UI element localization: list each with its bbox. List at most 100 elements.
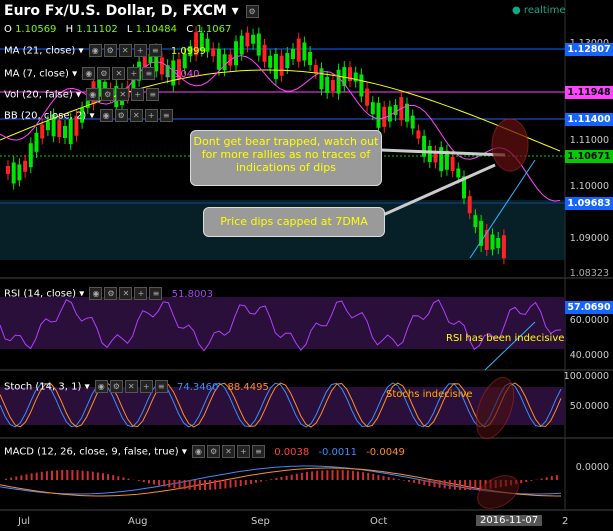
- macd-histogram-bar: [311, 471, 314, 480]
- eye-icon: ◉: [89, 287, 103, 300]
- macd-histogram-bar: [285, 475, 288, 480]
- macd-histogram-bar: [76, 470, 79, 480]
- macd-histogram-bar: [367, 472, 370, 480]
- overlay-bb[interactable]: BB (20, close, 2) ▾ ◉ ⚙ ✕ + ≡: [4, 109, 173, 122]
- candle-body: [359, 74, 364, 97]
- candle-body: [325, 76, 330, 93]
- macd-histogram-bar: [290, 474, 293, 480]
- candle-body: [262, 44, 267, 62]
- settings-icon: ⚙: [114, 109, 128, 122]
- high-value: 1.11102: [76, 24, 118, 35]
- add-icon: +: [131, 88, 145, 101]
- macd-histogram-bar: [469, 480, 472, 490]
- macd-histogram-bar: [331, 470, 334, 480]
- candle-body: [45, 121, 50, 131]
- macd-histogram-bar: [30, 473, 33, 480]
- candle-body: [211, 48, 216, 57]
- overlay-ma7[interactable]: MA (7, close) ▾ ◉ ⚙ ✕ + ≡ 1.1040: [4, 67, 200, 80]
- close-icon: ✕: [112, 67, 126, 80]
- candle-body: [17, 164, 22, 181]
- candle-body: [336, 69, 341, 94]
- candle-body: [245, 32, 250, 47]
- candle-body: [40, 124, 45, 139]
- time-label: 2: [562, 516, 569, 527]
- close-icon: ✕: [124, 380, 138, 393]
- macd-histogram-bar: [71, 470, 74, 480]
- settings-icon: ⚙: [97, 67, 111, 80]
- candle-body: [6, 166, 10, 174]
- macd-histogram-bar: [474, 480, 477, 490]
- close-icon: ✕: [222, 445, 236, 458]
- candle-body: [473, 215, 478, 228]
- macd-histogram-bar: [25, 474, 28, 480]
- candle-body: [239, 35, 244, 55]
- macd-histogram-bar: [86, 471, 89, 480]
- add-icon: +: [139, 380, 153, 393]
- macd-histogram-bar: [550, 476, 553, 480]
- overlay-ma21[interactable]: MA (21, close) ▾ ◉ ⚙ ✕ + ≡ 1.0999: [4, 44, 206, 57]
- macd-histogram-bar: [382, 475, 385, 480]
- candle-body: [490, 234, 495, 250]
- callout-7dma: Price dips capped at 7DMA: [203, 207, 385, 237]
- price-tag-last: 1.10671: [565, 150, 613, 163]
- macd-histogram-bar: [229, 480, 232, 488]
- time-label: Jul: [18, 516, 31, 527]
- macd-histogram-bar: [20, 475, 23, 480]
- macd-histogram-bar: [35, 472, 38, 480]
- eye-icon: ◉: [86, 88, 100, 101]
- rsi-tick: 60.0000: [569, 315, 609, 326]
- macd-histogram-bar: [275, 478, 278, 480]
- rsi-legend[interactable]: RSI (14, close) ▾ ◉ ⚙ ✕ + ≡ 51.8003: [4, 287, 213, 300]
- macd-histogram-bar: [525, 480, 528, 483]
- eye-icon: ◉: [94, 380, 108, 393]
- macd-signal-line: [0, 467, 561, 497]
- eye-icon: ◉: [99, 109, 113, 122]
- macd-histogram-bar: [280, 476, 283, 480]
- macd-histogram-bar: [545, 477, 548, 480]
- open-value: 1.10569: [15, 24, 57, 35]
- highlight-circle: [491, 118, 529, 172]
- settings-icon[interactable]: ⚙: [245, 4, 259, 18]
- symbol-title[interactable]: Euro Fx/U.S. Dollar, D, FXCM ▾ ⚙: [4, 3, 259, 19]
- price-tick: 1.09000: [569, 233, 609, 244]
- macd-legend[interactable]: MACD (12, 26, close, 9, false, true) ▾ ◉…: [4, 445, 405, 458]
- time-label: Aug: [128, 516, 148, 527]
- macd-histogram-bar: [438, 480, 441, 488]
- macd-histogram-bar: [392, 478, 395, 480]
- more-icon: ≡: [146, 88, 160, 101]
- macd-histogram-bar: [122, 477, 125, 480]
- eye-icon: ◉: [192, 445, 206, 458]
- more-icon: ≡: [252, 445, 266, 458]
- candle-body: [256, 33, 261, 56]
- time-label: Sep: [251, 516, 270, 527]
- candle-body: [234, 41, 238, 66]
- close-icon: ✕: [118, 44, 132, 57]
- more-icon: ≡: [148, 44, 162, 57]
- macd-histogram-bar: [316, 470, 319, 480]
- macd-histogram-bar: [346, 470, 349, 480]
- candle-body: [291, 48, 295, 59]
- macd-histogram-bar: [224, 480, 227, 489]
- macd-histogram-bar: [91, 471, 94, 480]
- macd-histogram-bar: [387, 476, 390, 480]
- macd-histogram-bar: [173, 480, 176, 489]
- macd-histogram-bar: [163, 480, 166, 487]
- candle-body: [467, 196, 472, 214]
- candle-body: [450, 156, 455, 171]
- candle-body: [268, 55, 273, 68]
- chevron-down-icon[interactable]: ▾: [232, 3, 239, 19]
- stoch-tick: 50.0000: [569, 401, 609, 412]
- candle-body: [273, 53, 278, 79]
- candle-body: [279, 55, 284, 76]
- close-icon: ✕: [129, 109, 143, 122]
- candle-body: [365, 88, 370, 106]
- more-icon: ≡: [142, 67, 156, 80]
- overlay-vol[interactable]: Vol (20, false) ▾ ◉ ⚙ ✕ + ≡: [4, 88, 160, 101]
- candle-body: [376, 102, 381, 128]
- macd-histogram-bar: [107, 474, 110, 480]
- stoch-legend[interactable]: Stoch (14, 3, 1) ▾ ◉ ⚙ ✕ + ≡ 74.3460 88.4495: [4, 380, 269, 393]
- close-value: 1.1067: [196, 24, 232, 35]
- macd-histogram-bar: [326, 470, 329, 480]
- candle-body: [370, 102, 375, 115]
- macd-histogram-bar: [183, 480, 186, 490]
